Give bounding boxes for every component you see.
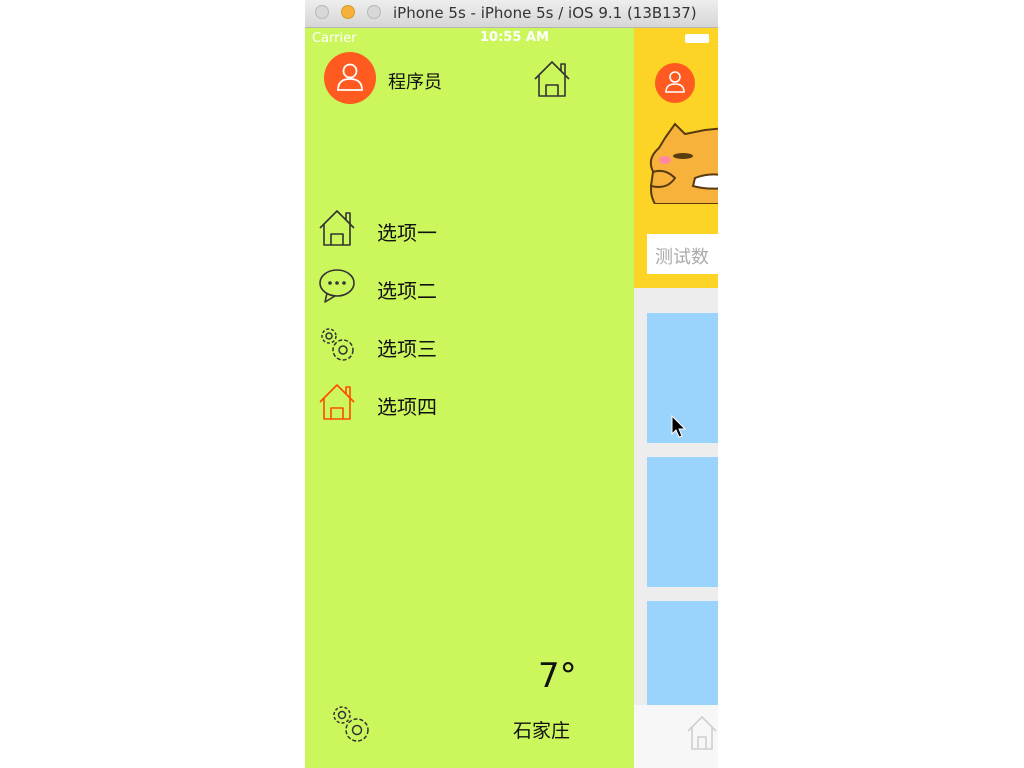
menu-item-option-2[interactable]: 选项二	[317, 266, 517, 306]
search-placeholder: 测试数	[655, 247, 709, 268]
mouse-cursor-icon	[671, 415, 687, 438]
side-drawer: 程序员 选项一 选项二 选项三 选项四 7° 石家庄	[305, 28, 634, 768]
zoom-window-button[interactable]	[367, 5, 381, 19]
carrier-label: Carrier	[312, 31, 357, 46]
main-avatar-button[interactable]	[655, 63, 695, 103]
username-label: 程序员	[388, 72, 442, 93]
gears-icon	[321, 328, 354, 361]
menu-item-option-1[interactable]: 选项一	[317, 208, 517, 248]
home-icon	[319, 210, 355, 246]
weather-temperature: 7°	[538, 656, 577, 696]
settings-gears-icon[interactable]	[329, 702, 373, 746]
menu-item-option-4[interactable]: 选项四	[317, 382, 517, 422]
phone-screen: 测试数 程序员 选项一 选项二 选项三 选项四 7° 石家庄 Carrier 1…	[305, 28, 718, 768]
close-window-button[interactable]	[315, 5, 329, 19]
mascot-banner-image	[649, 122, 718, 204]
user-icon	[337, 63, 363, 91]
status-bar: Carrier 10:55 AM	[305, 28, 718, 48]
minimize-window-button[interactable]	[341, 5, 355, 19]
home-icon	[319, 384, 355, 420]
home-tab-icon[interactable]	[684, 713, 718, 753]
status-time: 10:55 AM	[480, 30, 549, 45]
user-icon	[665, 71, 685, 93]
window-title: iPhone 5s - iPhone 5s / iOS 9.1 (13B137)	[393, 4, 697, 22]
menu-item-label: 选项一	[377, 221, 437, 245]
menu-item-option-3[interactable]: 选项三	[317, 324, 517, 364]
menu-item-label: 选项二	[377, 279, 437, 303]
weather-city: 石家庄	[513, 720, 571, 742]
user-avatar[interactable]	[324, 52, 376, 104]
menu-item-label: 选项三	[377, 337, 437, 361]
simulator-title-bar: iPhone 5s - iPhone 5s / iOS 9.1 (13B137)	[305, 0, 718, 28]
menu-item-label: 选项四	[377, 395, 437, 419]
chat-bubble-icon	[319, 269, 355, 303]
battery-icon	[685, 34, 709, 43]
content-card[interactable]	[647, 457, 718, 587]
home-icon[interactable]	[532, 59, 572, 99]
tab-bar	[634, 705, 718, 768]
search-input[interactable]: 测试数	[647, 234, 718, 274]
